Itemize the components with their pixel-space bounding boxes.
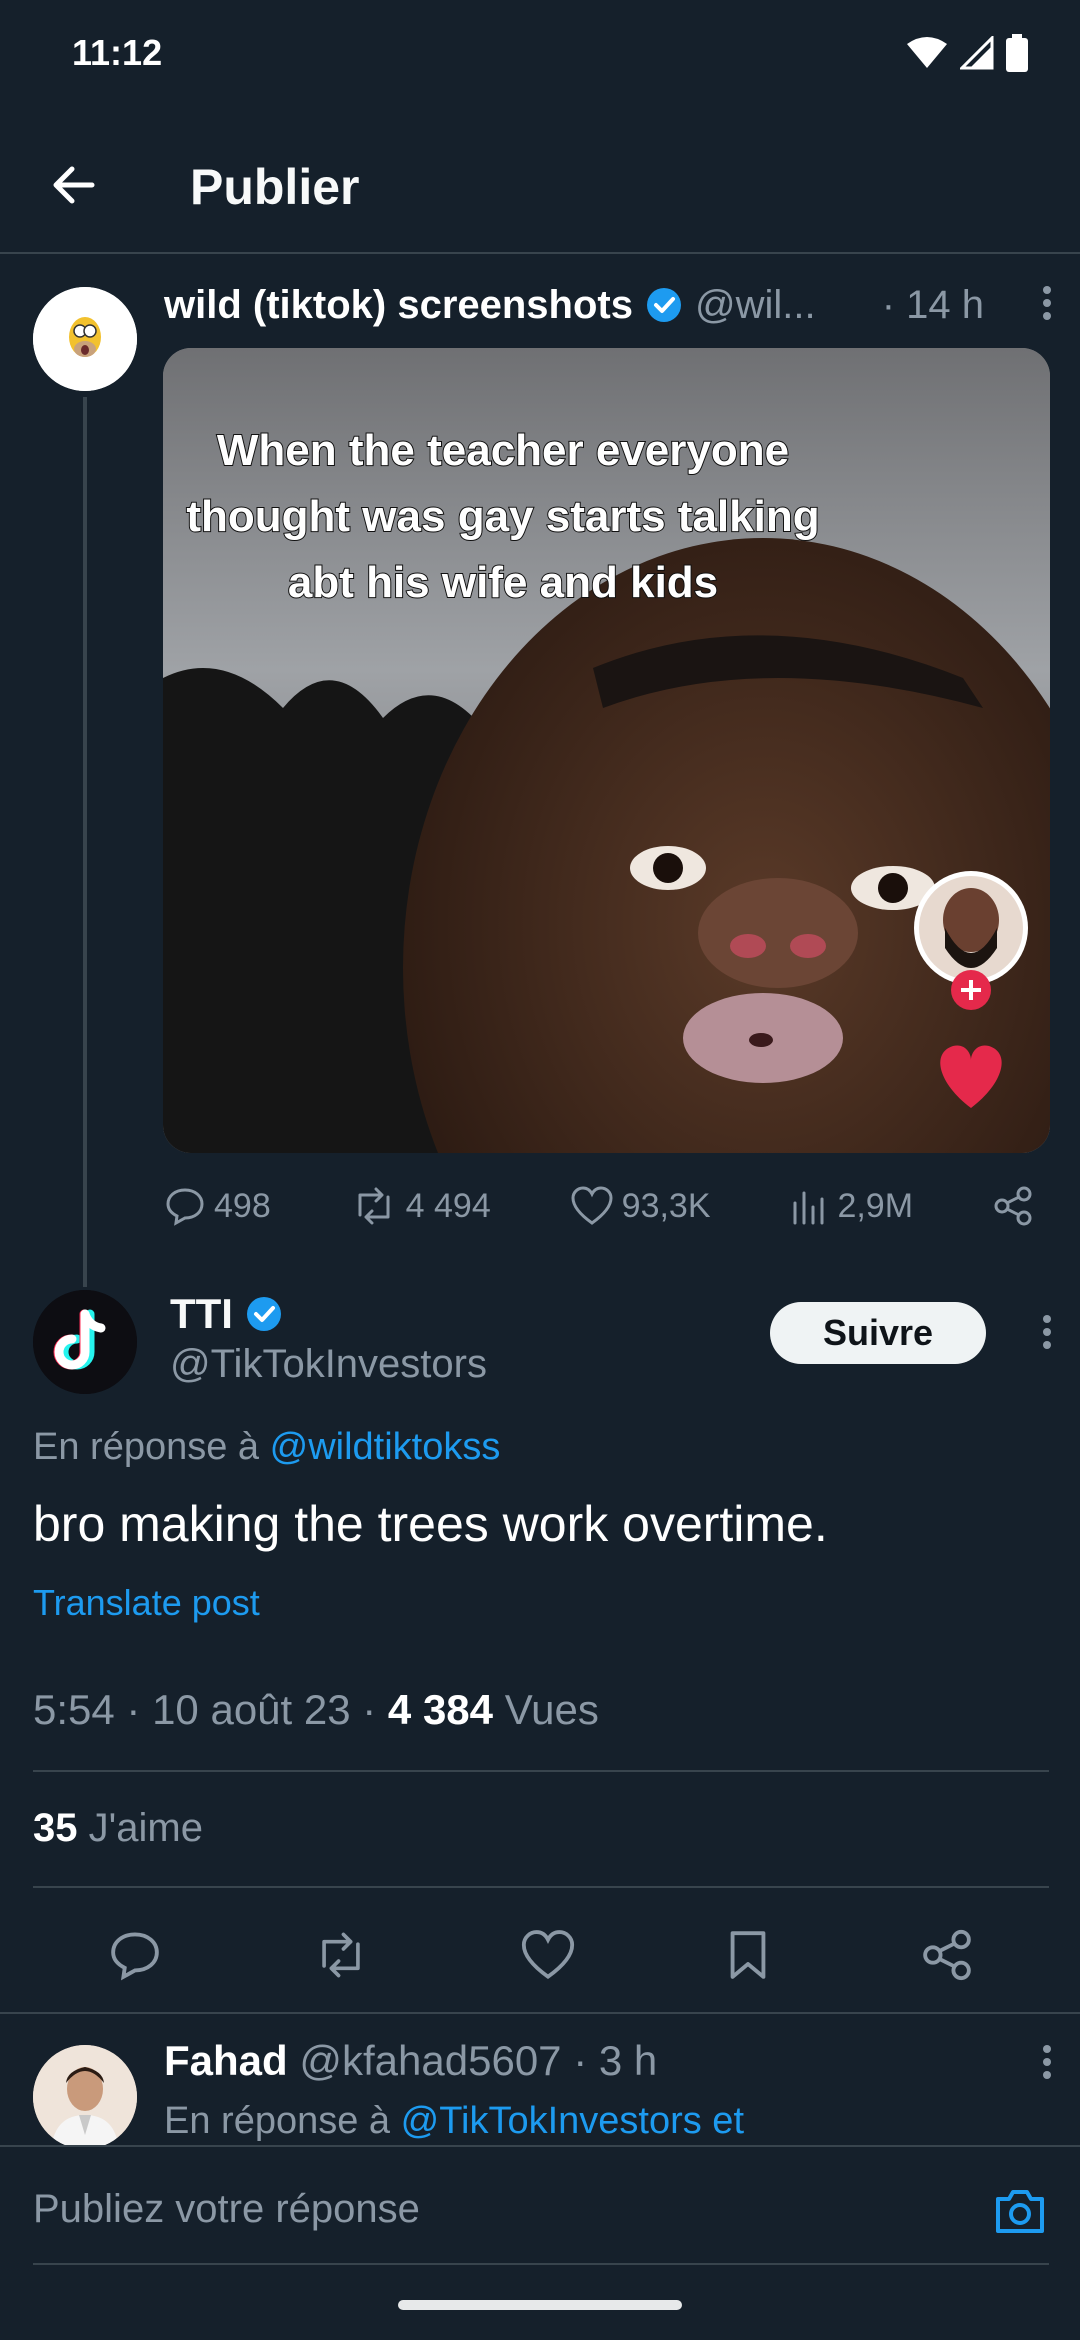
share-icon [923,1929,971,1981]
status-bar: 11:12 [0,0,1080,110]
likes-summary[interactable]: 35 J'aime [33,1806,203,1851]
parent-tweet-header: wild (tiktok) screenshots @wil... · 14 h [164,280,1034,330]
main-author-name[interactable]: TTI [170,1290,233,1338]
heart-icon [521,1930,575,1979]
main-author-name-row: TTI [170,1290,295,1338]
media-caption-text: When the teacher everyone thought was ga… [185,425,820,608]
repost-icon [322,1932,360,1978]
repost-button[interactable] [312,1928,370,1982]
reply-prefix: En réponse à [164,2100,391,2142]
reply-input[interactable]: Publiez votre réponse [33,2187,420,2232]
tweet-metadata: 5:54 · 10 août 23 · 4 384 Vues [33,1686,599,1734]
camera-icon [996,2190,1044,2233]
parent-tweet-time: · 14 h [881,282,984,327]
battery-icon [1006,34,1028,72]
view-count: 2,9M [837,1186,914,1225]
repost-icon [350,1185,398,1227]
parent-author-avatar[interactable] [33,287,137,391]
translate-post-link[interactable]: Translate post [33,1582,260,1624]
reply-to-link[interactable]: @wildtiktokss [270,1426,501,1468]
main-author-handle: @TikTokInvestors [170,1342,487,1386]
reply-count: 498 [214,1186,271,1225]
top-app-bar: Publier [0,110,1080,254]
share-button[interactable] [992,1185,1034,1227]
comment-icon [111,1932,159,1981]
reply-prefix: En réponse à [33,1426,260,1468]
divider [0,2012,1080,2014]
tweet-timestamp: 5:54 · 10 août 23 · [33,1686,377,1733]
bookmark-button[interactable] [726,1928,770,1982]
parent-author-name[interactable]: wild (tiktok) screenshots [164,283,633,328]
thread-connector-line [83,397,87,1287]
reply-to-link[interactable]: @TikTokInvestors et [401,2100,744,2142]
share-icon [992,1185,1034,1227]
like-count: 93,3K [621,1186,711,1225]
page-title: Publier [190,159,360,215]
reply-author-avatar[interactable] [33,2045,137,2149]
tweet-text: bro making the trees work overtime. [33,1496,828,1552]
likes-label: J'aime [88,1806,203,1850]
arrow-left-icon [53,166,95,204]
tiktok-logo-icon [33,1290,137,1394]
like-stat[interactable]: 93,3K [570,1185,711,1227]
repost-count: 4 494 [405,1186,491,1225]
tweet-action-bar [33,1920,1049,1990]
reply-stat[interactable]: 498 [164,1185,271,1227]
home-indicator[interactable] [398,2300,682,2310]
repost-stat[interactable]: 4 494 [350,1185,491,1227]
tweet-media-image[interactable]: When the teacher everyone thought was ga… [163,348,1050,1153]
reply-author-name[interactable]: Fahad [164,2037,288,2084]
heart-icon [570,1185,614,1227]
more-options-icon[interactable] [1042,2044,1052,2080]
divider [33,1886,1049,1888]
signal-icon [960,36,994,70]
more-options-icon[interactable] [1042,1314,1052,1350]
verified-badge-icon [645,286,683,324]
likes-count: 35 [33,1806,78,1850]
status-icons [906,34,1028,72]
reply-header: Fahad @kfahad5607 · 3 h [164,2037,657,2085]
comment-icon [164,1185,206,1227]
views-stat[interactable]: 2,9M [789,1185,913,1227]
main-author-avatar[interactable] [33,1290,137,1394]
reply-button[interactable] [108,1928,162,1982]
wifi-icon [906,36,948,70]
parent-author-handle: @wil... [694,282,816,327]
follow-button[interactable]: Suivre [770,1302,986,1364]
tweet-view-count: 4 384 [387,1686,494,1733]
share-button[interactable] [920,1928,974,1982]
divider [33,1770,1049,1772]
more-options-icon[interactable] [1042,285,1052,321]
reply-author-handle: @kfahad5607 [299,2037,562,2084]
reply-composer: Publiez votre réponse [0,2145,1080,2340]
like-button[interactable] [520,1928,576,1982]
reply-context: En réponse à @TikTokInvestors et [164,2100,744,2143]
composer-underline [33,2263,1049,2265]
camera-button[interactable] [994,2187,1046,2235]
verified-badge-icon [245,1295,283,1333]
status-time: 11:12 [72,32,163,73]
parent-engagement-bar: 498 4 494 93,3K 2,9M [164,1180,1034,1232]
reply-time: · 3 h [573,2037,658,2084]
bookmark-icon [730,1931,766,1979]
reply-context: En réponse à @wildtiktokss [33,1426,500,1469]
back-button[interactable] [40,150,110,220]
tweet-views-label: Vues [504,1686,599,1733]
analytics-icon [789,1185,829,1227]
